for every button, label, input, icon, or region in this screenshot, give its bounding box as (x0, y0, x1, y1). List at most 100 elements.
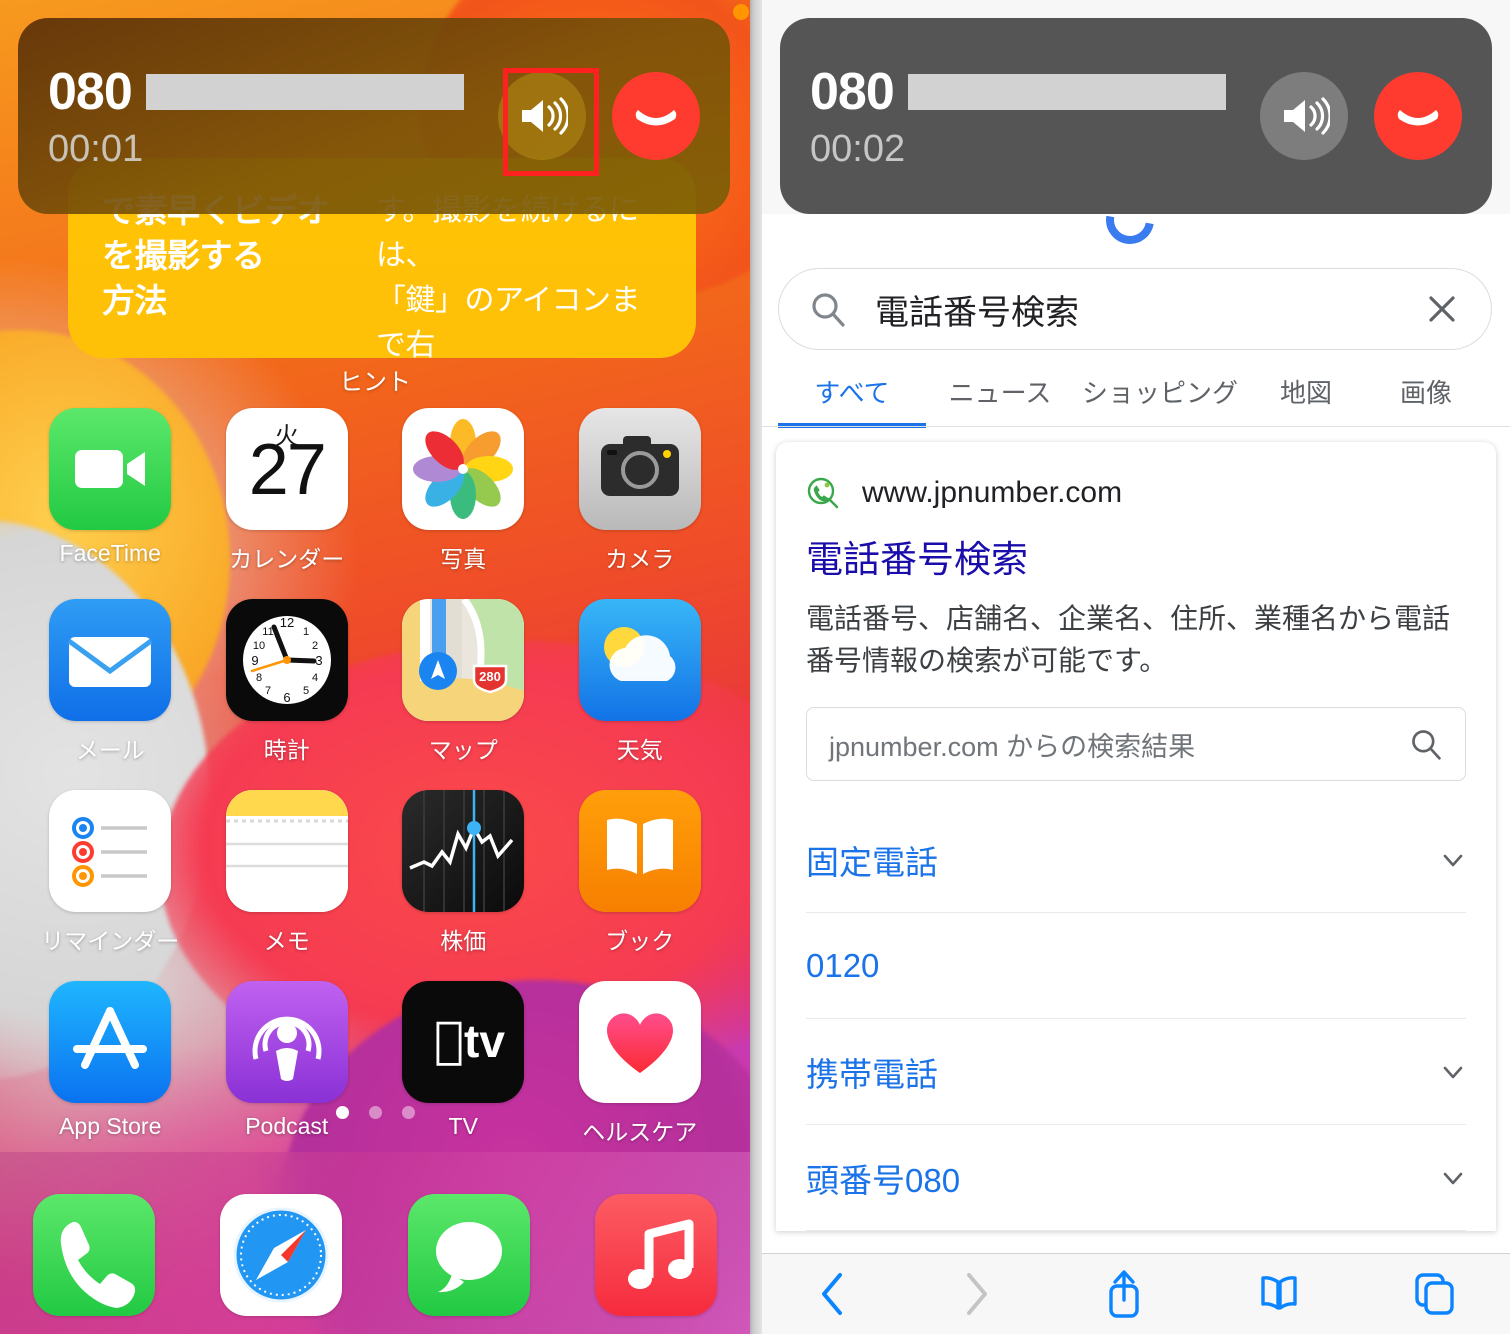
tab-news[interactable]: ニュース (926, 365, 1074, 428)
result-description: 電話番号、店舗名、企業名、住所、業種名から電話番号情報の検索が可能です。 (806, 603, 1451, 676)
app-label: 天気 (616, 737, 663, 763)
call-timer: 00:01 (48, 127, 144, 170)
page-dot[interactable] (401, 1106, 415, 1119)
camera-icon (578, 408, 701, 530)
sitelink-row[interactable]: 0120 (806, 913, 1466, 1020)
svg-text::  (434, 1011, 464, 1069)
app-icon-tv[interactable]:  tv TV (375, 981, 552, 1147)
app-label: FaceTime (59, 540, 161, 566)
messages-icon[interactable] (407, 1194, 530, 1316)
page-dot[interactable] (335, 1106, 349, 1119)
app-icon-appstore[interactable]: App Store (22, 981, 199, 1147)
app-label: 時計 (263, 737, 310, 763)
end-call-icon (1397, 110, 1439, 126)
search-icon (1412, 730, 1441, 760)
tabs-icon[interactable] (1412, 1270, 1456, 1318)
svg-text:4: 4 (312, 672, 318, 684)
books-icon (578, 790, 701, 912)
recording-indicator-icon (733, 4, 749, 20)
result-site-row[interactable]: www.jpnumber.com (806, 476, 1466, 510)
sitelink-label: 携帯電話 (806, 1055, 938, 1093)
search-input[interactable]: 電話番号検索 (875, 285, 1395, 334)
tips-line: 「鍵」のアイコンまで右 (376, 284, 641, 358)
screenshot-stage: で素早くビデオ を撮影する 方法 す。撮影を続けるには、 「鍵」のアイコンまで右… (0, 0, 1510, 1334)
app-icon-weather[interactable]: 天気 (552, 599, 729, 765)
call-timer: 00:02 (810, 127, 906, 170)
chevron-down-icon (1443, 854, 1463, 867)
svg-text:280: 280 (479, 669, 501, 684)
result-url: www.jpnumber.com (862, 476, 1123, 509)
safari-icon[interactable] (220, 1194, 343, 1316)
end-call-button[interactable] (1374, 72, 1462, 160)
svg-text:9: 9 (251, 653, 258, 668)
call-number: 080 (48, 62, 133, 121)
sitelink-row[interactable]: 携帯電話 (806, 1019, 1466, 1126)
search-result-card: www.jpnumber.com 電話番号検索 電話番号、店舗名、企業名、住所、… (776, 442, 1496, 1232)
result-title[interactable]: 電話番号検索 (806, 538, 1466, 582)
tab-maps[interactable]: 地図 (1246, 365, 1366, 428)
photos-icon (402, 408, 525, 530)
call-info: 080 00:01 (48, 62, 498, 171)
svg-text:1: 1 (303, 626, 309, 638)
clock-icon: 12 3 6 9 1 2 4 5 7 8 10 11 (225, 599, 348, 721)
site-search-field[interactable]: jpnumber.com からの検索結果 (806, 707, 1466, 782)
safari-toolbar (762, 1253, 1510, 1334)
app-icon-books[interactable]: ブック (552, 790, 729, 956)
app-grid: FaceTime 火 27 カレンダー 写真 カメラ メール 12 3 6 9 … (0, 408, 750, 1147)
svg-text:5: 5 (303, 685, 309, 697)
app-label: ブック (605, 928, 675, 954)
call-number: 080 (810, 62, 895, 121)
app-icon-stocks[interactable]: 株価 (375, 790, 552, 956)
safari-browser-panel: 電話番号検索 すべて ニュース ショッピング 地図 画像 www.jpnumbe… (762, 0, 1510, 1334)
phone-icon[interactable] (32, 1194, 155, 1316)
chevron-down-icon (1443, 1172, 1463, 1185)
app-icon-reminders[interactable]: リマインダー (22, 790, 199, 956)
app-icon-facetime[interactable]: FaceTime (22, 408, 199, 574)
ios-home-screen-panel: で素早くビデオ を撮影する 方法 す。撮影を続けるには、 「鍵」のアイコンまで右… (0, 0, 750, 1334)
sitelink-row[interactable]: 頭番号080 (806, 1125, 1466, 1232)
tips-line: 方法 (102, 282, 168, 319)
search-icon (812, 293, 845, 327)
tabs-underline (762, 426, 1510, 427)
svg-text:10: 10 (253, 640, 265, 652)
chevron-left-icon[interactable] (816, 1269, 850, 1319)
app-label: カメラ (605, 546, 675, 572)
app-icon-podcast[interactable]: Podcast (199, 981, 376, 1147)
call-banner-left[interactable]: 080 00:01 (18, 18, 730, 214)
app-label: 株価 (440, 928, 487, 954)
app-icon-clock[interactable]: 12 3 6 9 1 2 4 5 7 8 10 11 時計 (199, 599, 376, 765)
speaker-button[interactable] (1260, 72, 1348, 160)
app-label: カレンダー (229, 546, 345, 572)
tab-images[interactable]: 画像 (1366, 365, 1486, 428)
app-icon-calendar[interactable]: 火 27 カレンダー (199, 408, 376, 574)
app-icon-maps[interactable]: 280 マップ (375, 599, 552, 765)
sitelink-row[interactable]: 固定電話 (806, 807, 1466, 914)
tab-all[interactable]: すべて (778, 365, 926, 428)
calendar-day: 27 (248, 430, 327, 510)
sitelink-label: 頭番号080 (806, 1161, 961, 1199)
svg-text:6: 6 (283, 690, 290, 705)
jpnumber-favicon (807, 477, 839, 509)
mail-icon (49, 599, 172, 721)
svg-text:12: 12 (280, 615, 294, 630)
end-call-button[interactable] (612, 72, 700, 160)
search-bar[interactable]: 電話番号検索 (778, 268, 1492, 350)
speaker-button-highlight-box (503, 68, 599, 176)
app-icon-camera[interactable]: カメラ (552, 408, 729, 574)
calendar-icon: 火 27 (225, 408, 348, 530)
app-icon-mail[interactable]: メール (22, 599, 199, 765)
book-icon[interactable] (1255, 1273, 1303, 1315)
share-icon[interactable] (1102, 1268, 1146, 1320)
tips-widget-label: ヒント (339, 369, 411, 396)
app-icon-photos[interactable]: 写真 (375, 408, 552, 574)
tab-shopping[interactable]: ショッピング (1074, 365, 1246, 428)
page-dots[interactable] (0, 1106, 750, 1119)
music-icon[interactable] (595, 1194, 718, 1316)
page-dot[interactable] (368, 1106, 382, 1119)
app-icon-health[interactable]: ヘルスケア (552, 981, 729, 1147)
health-icon (578, 981, 701, 1103)
app-icon-notes[interactable]: メモ (199, 790, 376, 956)
dock (0, 1152, 750, 1334)
speaker-wave-icon (1284, 97, 1330, 135)
call-banner-right[interactable]: 080 00:02 (780, 18, 1492, 214)
